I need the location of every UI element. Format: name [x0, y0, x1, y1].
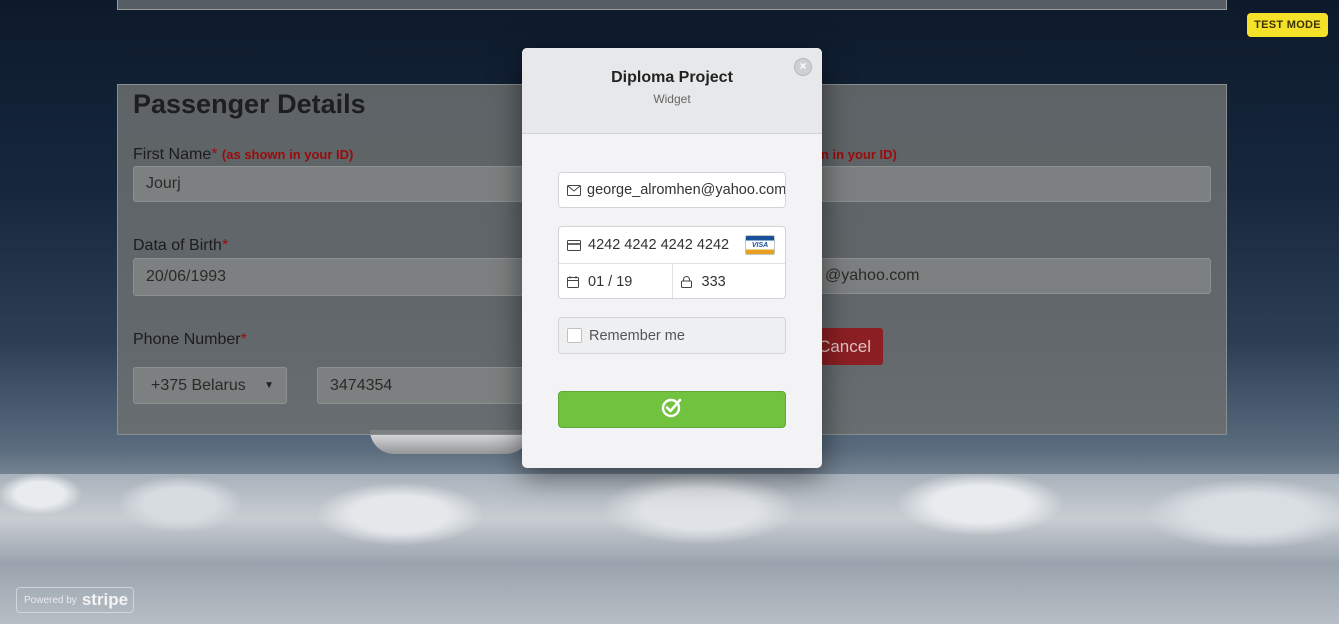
- modal-header: Diploma Project Widget ×: [522, 48, 822, 134]
- first-name-value: Jourj: [146, 175, 181, 192]
- expiry-input[interactable]: 01 / 19: [559, 264, 672, 300]
- email-field[interactable]: @yahoo.com: [821, 258, 1211, 294]
- visa-icon: VISA: [745, 235, 775, 255]
- first-name-label: First Name* (as shown in your ID): [133, 146, 353, 164]
- cvc-value: 333: [701, 274, 726, 290]
- mountain-background: [0, 474, 1339, 624]
- checkout-modal: Diploma Project Widget × george_alromhen…: [522, 48, 822, 468]
- expiry-value: 01 / 19: [588, 274, 633, 290]
- phone-field[interactable]: 3474354: [317, 367, 528, 404]
- card-detail-row: 01 / 19 333: [559, 264, 785, 300]
- first-name-note: (as shown in your ID): [221, 147, 354, 162]
- last-name-label: n in your ID): [821, 146, 897, 164]
- lock-icon: [680, 276, 696, 288]
- pay-button[interactable]: [558, 391, 786, 428]
- powered-by-stripe-badge[interactable]: Powered by stripe: [16, 587, 134, 613]
- calendar-icon: [567, 276, 582, 288]
- first-name-label-text: First Name: [133, 146, 212, 163]
- email-value: @yahoo.com: [825, 267, 920, 284]
- last-name-note: n in your ID): [821, 147, 897, 162]
- email-input-value: george_alromhen@yahoo.com: [587, 182, 786, 198]
- phone-label: Phone Number*: [133, 331, 247, 349]
- email-input[interactable]: george_alromhen@yahoo.com: [558, 172, 786, 208]
- cvc-input[interactable]: 333: [671, 264, 786, 300]
- first-name-field[interactable]: Jourj: [133, 166, 528, 202]
- last-name-field[interactable]: [821, 166, 1211, 202]
- card-number-value: 4242 4242 4242 4242: [588, 237, 730, 253]
- card-input-group: 4242 4242 4242 4242 VISA 01 / 19 333: [558, 226, 786, 300]
- top-card: [117, 0, 1227, 10]
- credit-card-icon: [567, 239, 582, 251]
- remember-me-label: Remember me: [589, 327, 685, 344]
- close-icon[interactable]: ×: [794, 58, 812, 76]
- required-mark: *: [221, 237, 229, 254]
- envelope-icon: [567, 184, 581, 196]
- card-number-input[interactable]: 4242 4242 4242 4242 VISA: [559, 227, 785, 264]
- dob-field[interactable]: 20/06/1993: [133, 258, 528, 296]
- modal-subtitle: Widget: [653, 92, 691, 106]
- test-mode-badge: TEST MODE: [1247, 13, 1328, 37]
- phone-label-text: Phone Number: [133, 331, 241, 348]
- modal-title: Diploma Project: [611, 69, 733, 86]
- cancel-button[interactable]: Cancel: [818, 328, 883, 365]
- required-mark: *: [211, 146, 218, 163]
- page-title: Passenger Details: [133, 89, 366, 119]
- chevron-down-icon: ▼: [264, 380, 274, 391]
- country-code-value: +375 Belarus: [151, 376, 246, 394]
- phone-value: 3474354: [330, 376, 393, 394]
- checkbox[interactable]: [567, 328, 582, 343]
- powered-by-text: Powered by: [24, 594, 77, 606]
- country-code-select[interactable]: +375 Belarus ▼: [133, 367, 287, 404]
- dob-label: Data of Birth*: [133, 237, 228, 255]
- remember-me-checkbox[interactable]: Remember me: [558, 317, 786, 354]
- dob-label-text: Data of Birth: [133, 237, 222, 254]
- stripe-logo: stripe: [81, 590, 129, 609]
- required-mark: *: [240, 331, 247, 348]
- dob-value: 20/06/1993: [146, 268, 227, 285]
- checkmark-circle-icon: [661, 396, 683, 423]
